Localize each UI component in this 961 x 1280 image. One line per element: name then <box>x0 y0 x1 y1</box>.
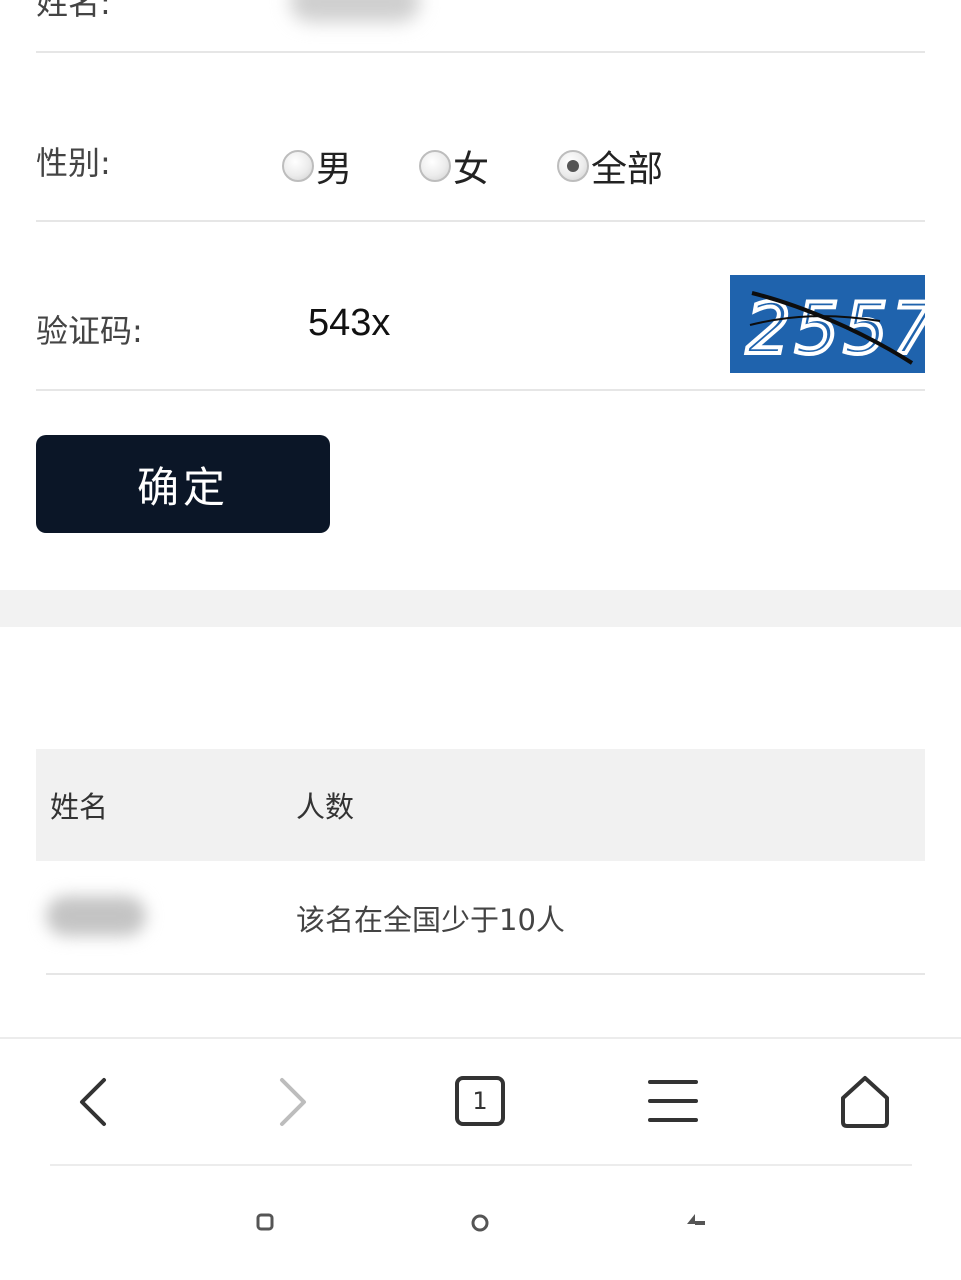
name-label: 姓名: <box>36 0 111 22</box>
section-separator <box>0 590 961 627</box>
radio-all-label: 全部 <box>591 149 664 190</box>
forward-icon[interactable] <box>270 1076 314 1128</box>
table-row-divider <box>46 973 925 975</box>
gender-option-male[interactable]: 男 <box>282 140 352 192</box>
home-icon[interactable] <box>838 1074 892 1130</box>
radio-male-label: 男 <box>316 149 353 190</box>
system-home-icon[interactable] <box>470 1213 490 1233</box>
radio-female-label: 女 <box>453 149 490 190</box>
table-cell-count: 该名在全国少于10人 <box>296 903 565 937</box>
table-header-name: 姓名 <box>50 790 109 824</box>
captcha-input[interactable] <box>300 298 716 348</box>
radio-male[interactable] <box>282 150 314 182</box>
divider <box>36 51 925 53</box>
gender-option-all[interactable]: 全部 <box>557 140 663 192</box>
name-input-blurred[interactable] <box>290 0 420 22</box>
browser-nav-border <box>0 1037 961 1039</box>
divider <box>36 389 925 391</box>
captcha-image[interactable]: 2557 <box>730 275 925 373</box>
table-header <box>36 749 925 861</box>
divider <box>36 220 925 222</box>
recent-apps-icon[interactable] <box>256 1213 274 1231</box>
gender-option-female[interactable]: 女 <box>419 140 489 192</box>
radio-all[interactable] <box>557 150 589 182</box>
tab-count: 1 <box>472 1087 488 1115</box>
table-header-count: 人数 <box>296 790 355 824</box>
radio-female[interactable] <box>419 150 451 182</box>
confirm-button[interactable]: 确定 <box>36 435 330 533</box>
menu-icon[interactable] <box>648 1078 698 1124</box>
captcha-graphic: 2557 <box>744 286 925 372</box>
gender-label: 性别: <box>36 144 111 182</box>
nav-divider <box>50 1164 912 1166</box>
system-back-icon[interactable] <box>685 1210 707 1228</box>
captcha-label: 验证码: <box>36 312 143 350</box>
table-cell-name-blurred <box>46 896 146 936</box>
tabs-button[interactable]: 1 <box>455 1076 505 1126</box>
back-icon[interactable] <box>72 1076 116 1128</box>
